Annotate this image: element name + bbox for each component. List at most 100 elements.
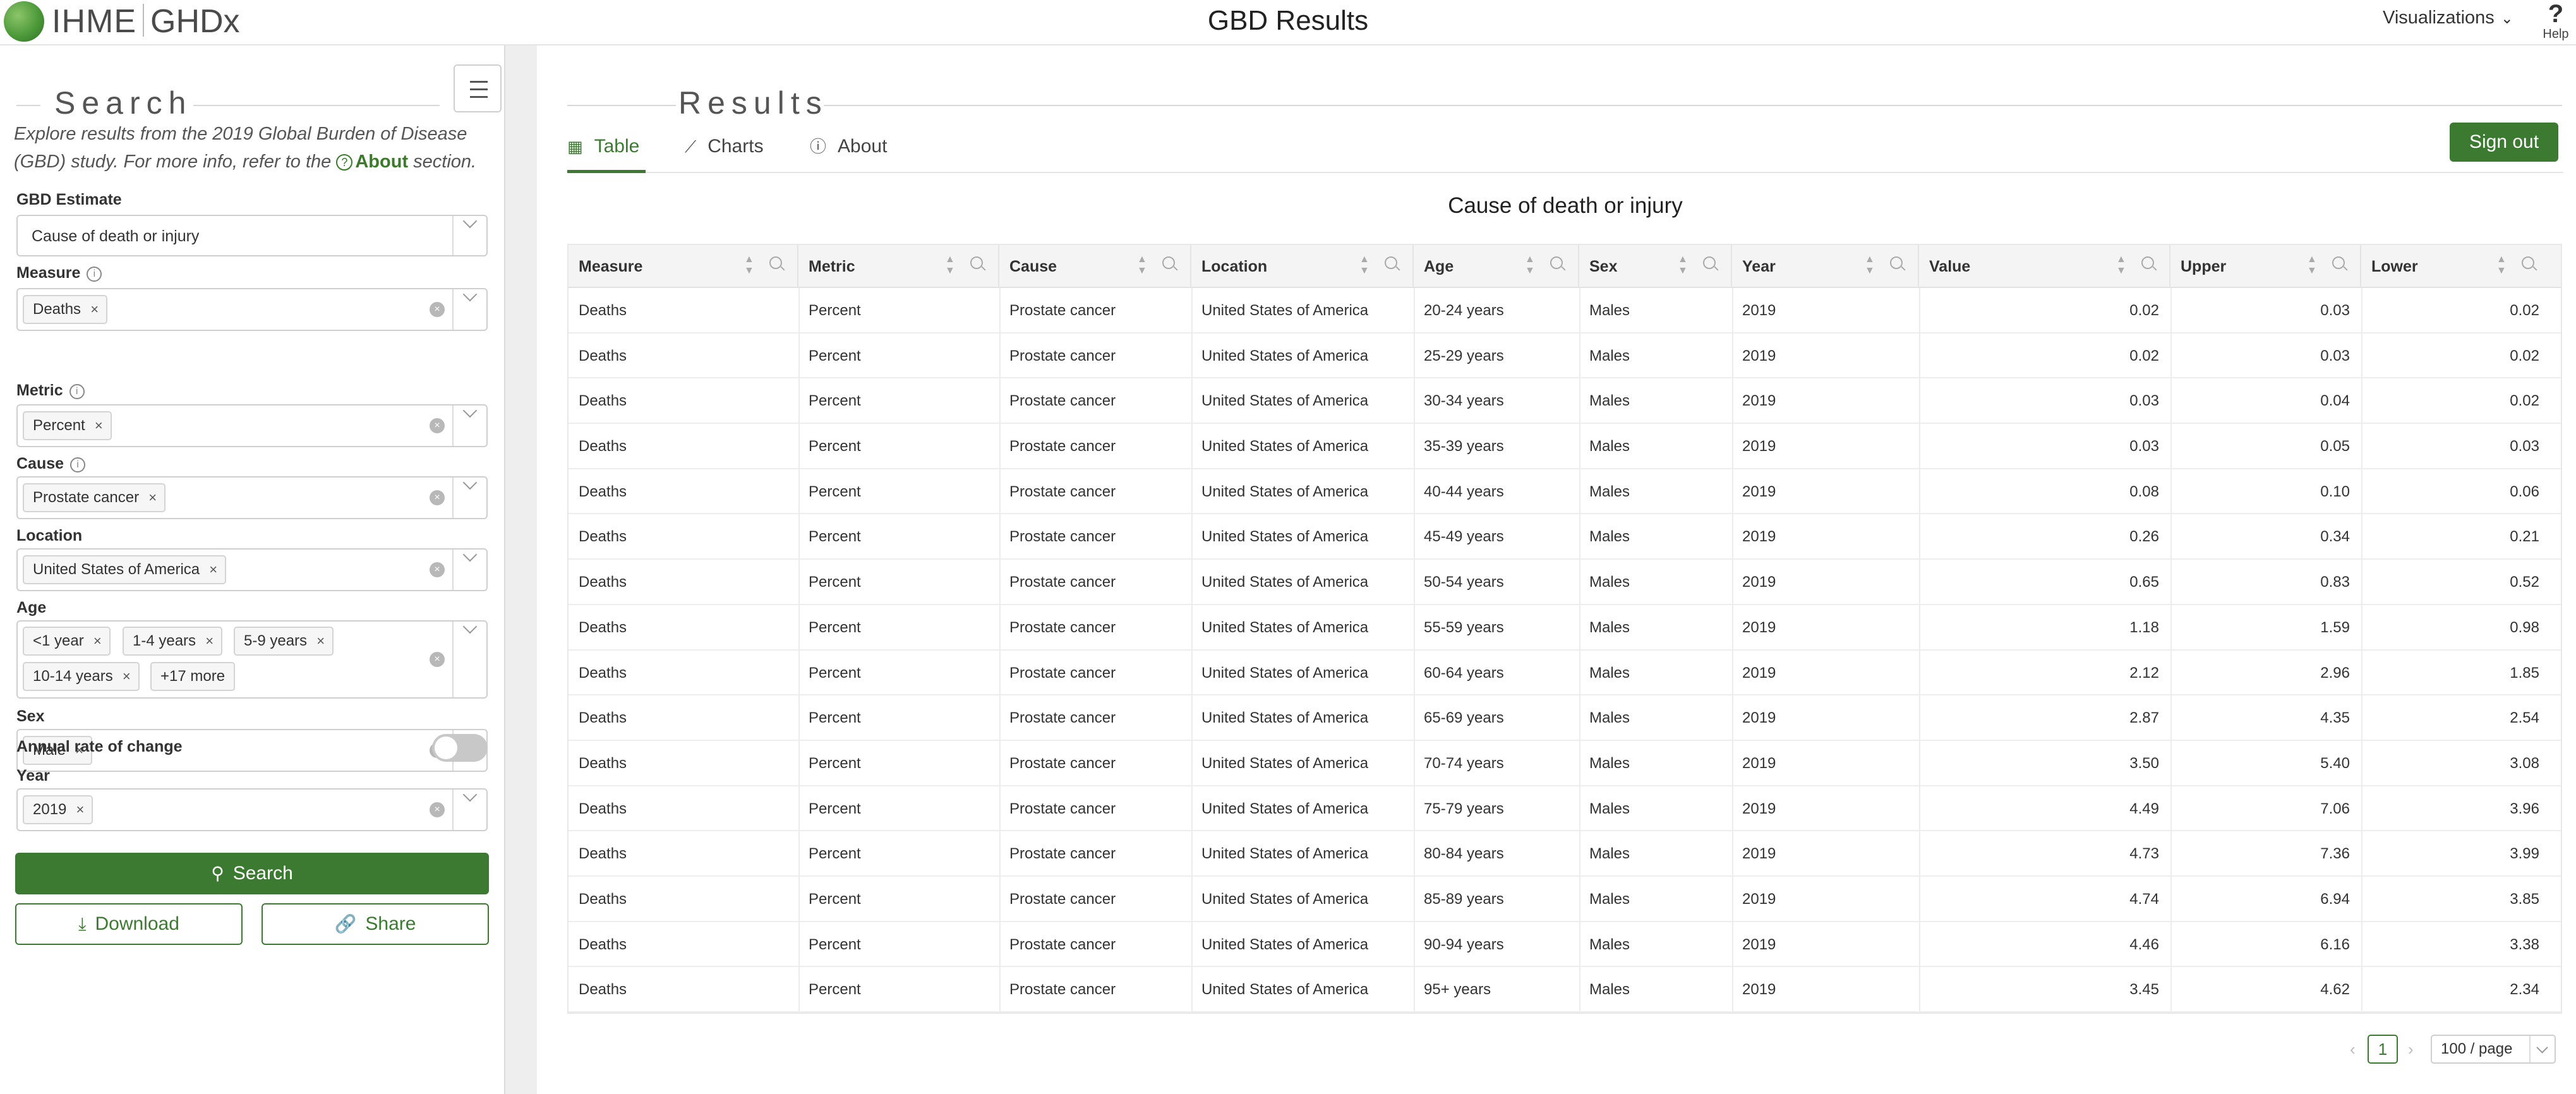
year-select[interactable]: 2019 × × xyxy=(16,788,488,831)
sort-icon[interactable]: ▲ ▼ xyxy=(2496,254,2507,277)
filter-search-icon[interactable] xyxy=(1550,256,1563,269)
age-tag[interactable]: 5-9 years × xyxy=(234,627,334,656)
chevron-down-icon[interactable] xyxy=(2529,1036,2555,1062)
gbd-estimate-select[interactable]: Cause of death or injury xyxy=(16,215,488,256)
sort-icon[interactable]: ▲ ▼ xyxy=(1525,254,1535,277)
sort-icon[interactable]: ▲ ▼ xyxy=(1678,254,1688,277)
remove-tag-icon[interactable]: × xyxy=(93,628,102,654)
sort-icon[interactable]: ▲ ▼ xyxy=(744,254,754,277)
sort-icon[interactable]: ▲ ▼ xyxy=(945,254,955,277)
info-icon[interactable]: i xyxy=(87,267,102,282)
age-more-tag[interactable]: +17 more xyxy=(150,662,236,691)
column-header-upper[interactable]: Upper ▲ ▼ xyxy=(2170,245,2361,288)
filter-search-icon[interactable] xyxy=(970,256,983,269)
column-header-age[interactable]: Age ▲ ▼ xyxy=(1414,245,1579,288)
table-row[interactable]: Deaths Percent Prostate cancer United State… xyxy=(569,514,2561,560)
clear-icon[interactable]: × xyxy=(430,652,445,667)
column-header-cause[interactable]: Cause ▲ ▼ xyxy=(999,245,1191,288)
tab-table[interactable]: ▦ Table xyxy=(567,128,646,173)
clear-icon[interactable]: × xyxy=(430,490,445,505)
sign-out-button[interactable]: Sign out xyxy=(2450,123,2558,162)
ihme-logo-icon[interactable] xyxy=(4,1,44,42)
remove-tag-icon[interactable]: × xyxy=(123,663,131,690)
filter-search-icon[interactable] xyxy=(1703,256,1716,269)
chevron-down-icon[interactable] xyxy=(452,216,486,255)
filter-search-icon[interactable] xyxy=(1162,256,1175,269)
remove-tag-icon[interactable]: × xyxy=(209,556,217,583)
column-header-location[interactable]: Location ▲ ▼ xyxy=(1191,245,1414,288)
table-row[interactable]: Deaths Percent Prostate cancer United State… xyxy=(569,424,2561,469)
search-button[interactable]: ⚲ Search xyxy=(15,853,489,894)
chevron-down-icon[interactable] xyxy=(452,550,486,590)
brand-name[interactable]: IHME xyxy=(52,3,136,40)
clear-icon[interactable]: × xyxy=(430,802,445,817)
column-header-lower[interactable]: Lower ▲ ▼ xyxy=(2361,245,2551,288)
sort-icon[interactable]: ▲ ▼ xyxy=(2307,254,2317,277)
metric-select[interactable]: Percent × × xyxy=(16,404,488,447)
remove-tag-icon[interactable]: × xyxy=(316,628,325,654)
table-row[interactable]: Deaths Percent Prostate cancer United State… xyxy=(569,741,2561,786)
table-row[interactable]: Deaths Percent Prostate cancer United State… xyxy=(569,560,2561,605)
current-page[interactable]: 1 xyxy=(2368,1035,2398,1064)
age-tag[interactable]: <1 year × xyxy=(23,627,111,656)
table-row[interactable]: Deaths Percent Prostate cancer United State… xyxy=(569,378,2561,424)
remove-tag-icon[interactable]: × xyxy=(95,412,103,439)
info-icon[interactable]: i xyxy=(70,457,86,472)
prev-page-icon[interactable]: ‹ xyxy=(2350,1040,2356,1059)
table-row[interactable]: Deaths Percent Prostate cancer United State… xyxy=(569,695,2561,741)
tab-about[interactable]: ⓘ About xyxy=(810,128,905,173)
age-tag[interactable]: 10-14 years × xyxy=(23,662,140,691)
share-button[interactable]: 🔗 Share xyxy=(262,903,489,945)
brand-subname[interactable]: GHDx xyxy=(150,3,240,40)
chevron-down-icon[interactable] xyxy=(452,622,486,697)
page-size-select[interactable]: 100 / page xyxy=(2431,1035,2556,1064)
column-header-metric[interactable]: Metric ▲ ▼ xyxy=(798,245,999,288)
year-tag[interactable]: 2019 × xyxy=(23,795,93,824)
table-row[interactable]: Deaths Percent Prostate cancer United State… xyxy=(569,469,2561,515)
filter-search-icon[interactable] xyxy=(2332,256,2345,269)
table-row[interactable]: Deaths Percent Prostate cancer United State… xyxy=(569,288,2561,334)
filter-search-icon[interactable] xyxy=(1385,256,1397,269)
table-row[interactable]: Deaths Percent Prostate cancer United State… xyxy=(569,922,2561,968)
filter-search-icon[interactable] xyxy=(2522,256,2534,269)
download-button[interactable]: ⤓ Download xyxy=(15,903,243,945)
column-header-measure[interactable]: Measure ▲ ▼ xyxy=(569,245,798,288)
metric-tag[interactable]: Percent × xyxy=(23,411,112,440)
table-row[interactable]: Deaths Percent Prostate cancer United State… xyxy=(569,967,2561,1013)
column-header-sex[interactable]: Sex ▲ ▼ xyxy=(1579,245,1732,288)
sort-icon[interactable]: ▲ ▼ xyxy=(1865,254,1875,277)
table-row[interactable]: Deaths Percent Prostate cancer United State… xyxy=(569,651,2561,696)
location-tag[interactable]: United States of America × xyxy=(23,555,227,584)
clear-icon[interactable]: × xyxy=(430,562,445,577)
clear-icon[interactable]: × xyxy=(430,302,445,317)
info-icon[interactable]: i xyxy=(69,384,85,399)
filter-search-icon[interactable] xyxy=(2141,256,2154,269)
remove-tag-icon[interactable]: × xyxy=(205,628,214,654)
measure-select[interactable]: Deaths × × xyxy=(16,288,488,331)
visualizations-menu[interactable]: Visualizations ⌄ xyxy=(2383,8,2513,28)
chevron-down-icon[interactable] xyxy=(452,406,486,446)
table-row[interactable]: Deaths Percent Prostate cancer United State… xyxy=(569,334,2561,379)
chevron-down-icon[interactable] xyxy=(452,478,486,518)
column-header-value[interactable]: Value ▲ ▼ xyxy=(1919,245,2170,288)
table-row[interactable]: Deaths Percent Prostate cancer United State… xyxy=(569,786,2561,832)
cause-select[interactable]: Prostate cancer × × xyxy=(16,476,488,519)
sidebar-menu-button[interactable] xyxy=(454,64,502,112)
tab-charts[interactable]: ⟋ Charts xyxy=(685,128,779,173)
chevron-down-icon[interactable] xyxy=(452,289,486,330)
age-select[interactable]: <1 year × 1-4 years × 5-9 years × 10-14 yea… xyxy=(16,620,488,699)
remove-tag-icon[interactable]: × xyxy=(90,296,99,323)
table-row[interactable]: Deaths Percent Prostate cancer United State… xyxy=(569,831,2561,877)
help-button[interactable]: ? Help xyxy=(2538,0,2573,40)
cause-tag[interactable]: Prostate cancer × xyxy=(23,483,166,512)
filter-search-icon[interactable] xyxy=(769,256,782,269)
filter-search-icon[interactable] xyxy=(1890,256,1903,269)
annual-rate-toggle[interactable] xyxy=(432,734,488,762)
chevron-down-icon[interactable] xyxy=(452,790,486,830)
remove-tag-icon[interactable]: × xyxy=(148,484,157,511)
next-page-icon[interactable]: › xyxy=(2408,1040,2414,1059)
age-tag[interactable]: 1-4 years × xyxy=(123,627,223,656)
about-link[interactable]: About xyxy=(355,152,408,172)
table-row[interactable]: Deaths Percent Prostate cancer United State… xyxy=(569,877,2561,922)
sidebar-divider[interactable] xyxy=(504,45,537,1094)
